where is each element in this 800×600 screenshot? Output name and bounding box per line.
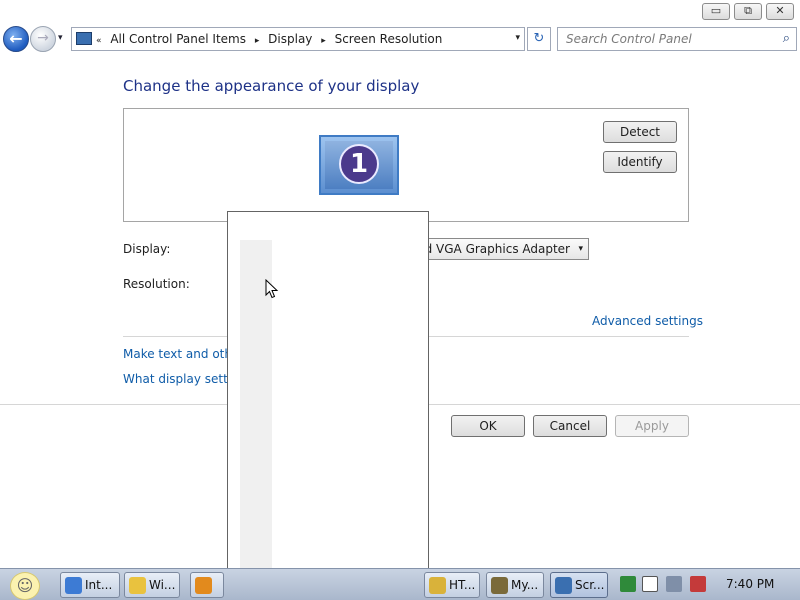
monitor-number-badge: 1 — [339, 144, 379, 184]
system-tray: 7:40 PM — [614, 572, 796, 598]
start-button[interactable]: ☺ — [6, 570, 46, 600]
address-dropdown-icon[interactable]: ▾ — [515, 33, 520, 43]
monitor-screen: 1 — [325, 141, 393, 189]
search-icon[interactable]: ⌕ — [783, 31, 790, 46]
taskbar-item-label: Scr... — [575, 578, 605, 592]
breadcrumb-all-control-panel-items[interactable]: All Control Panel Items — [110, 32, 246, 46]
control-panel-icon — [555, 577, 572, 594]
start-orb-icon: ☺ — [10, 572, 40, 600]
display-icon[interactable] — [666, 576, 682, 592]
taskbar-item-ht[interactable]: HT... — [424, 572, 480, 598]
detect-button[interactable]: Detect — [603, 121, 677, 143]
resolution-label: Resolution: — [123, 277, 190, 291]
navigation-bar: ← → ▾ « All Control Panel Items ▸ Displa… — [0, 24, 800, 54]
help-icon — [429, 577, 446, 594]
breadcrumb-separator-icon[interactable]: ▸ — [255, 36, 260, 46]
resolution-dropdown-popup — [227, 211, 429, 600]
chevron-down-icon: ▾ — [578, 244, 583, 254]
flag-icon[interactable] — [642, 576, 658, 592]
breadcrumb: « All Control Panel Items ▸ Display ▸ Sc… — [96, 32, 447, 46]
search-box[interactable]: Search Control Panel ⌕ — [557, 27, 797, 51]
taskbar-item-wi[interactable]: Wi... — [124, 572, 180, 598]
title-bar: ▭ ⧉ ✕ — [0, 0, 800, 24]
my-computer-icon — [491, 577, 508, 594]
forward-button[interactable]: → — [30, 26, 56, 52]
media-player-icon — [195, 577, 212, 594]
maximize-button[interactable]: ⧉ — [734, 3, 762, 20]
refresh-button[interactable]: ↻ — [527, 27, 551, 51]
taskbar: ☺ Int... Wi... HT... My... Scr... 7:40 P… — [0, 568, 800, 600]
clock[interactable]: 7:40 PM — [726, 577, 774, 591]
cancel-button[interactable]: Cancel — [533, 415, 607, 437]
taskbar-item-label: Wi... — [149, 578, 176, 592]
breadcrumb-screen-resolution[interactable]: Screen Resolution — [335, 32, 443, 46]
page-title: Change the appearance of your display — [123, 77, 420, 95]
taskbar-item-internet-explorer[interactable]: Int... — [60, 572, 120, 598]
minimize-button[interactable]: ▭ — [702, 3, 730, 20]
apply-button: Apply — [615, 415, 689, 437]
taskbar-item-label: Int... — [85, 578, 113, 592]
internet-explorer-icon — [65, 577, 82, 594]
breadcrumb-separator-icon[interactable]: ▸ — [321, 36, 326, 46]
recent-pages-dropdown[interactable]: ▾ — [58, 33, 63, 43]
search-input[interactable]: Search Control Panel — [566, 32, 692, 46]
folder-icon — [129, 577, 146, 594]
breadcrumb-display[interactable]: Display — [268, 32, 312, 46]
taskbar-item-label: HT... — [449, 578, 476, 592]
mouse-cursor-icon — [265, 279, 279, 299]
display-label: Display: — [123, 242, 171, 256]
taskbar-item-label: My... — [511, 578, 539, 592]
volume-muted-icon[interactable] — [690, 576, 706, 592]
address-bar[interactable]: « All Control Panel Items ▸ Display ▸ Sc… — [71, 27, 525, 51]
breadcrumb-overflow-icon[interactable]: « — [96, 36, 102, 46]
control-panel-icon — [76, 32, 92, 45]
advanced-settings-link[interactable]: Advanced settings — [592, 314, 703, 328]
display-select-value: dard VGA Graphics Adapter — [410, 242, 570, 256]
display-select[interactable]: dard VGA Graphics Adapter ▾ — [410, 238, 589, 260]
ok-button[interactable]: OK — [451, 415, 525, 437]
taskbar-item-my[interactable]: My... — [486, 572, 544, 598]
taskbar-item-media-player[interactable] — [190, 572, 224, 598]
network-icon[interactable] — [620, 576, 636, 592]
close-button[interactable]: ✕ — [766, 3, 794, 20]
taskbar-item-screen-resolution[interactable]: Scr... — [550, 572, 608, 598]
monitor-icon[interactable]: 1 — [319, 135, 399, 195]
back-button[interactable]: ← — [3, 26, 29, 52]
identify-button[interactable]: Identify — [603, 151, 677, 173]
